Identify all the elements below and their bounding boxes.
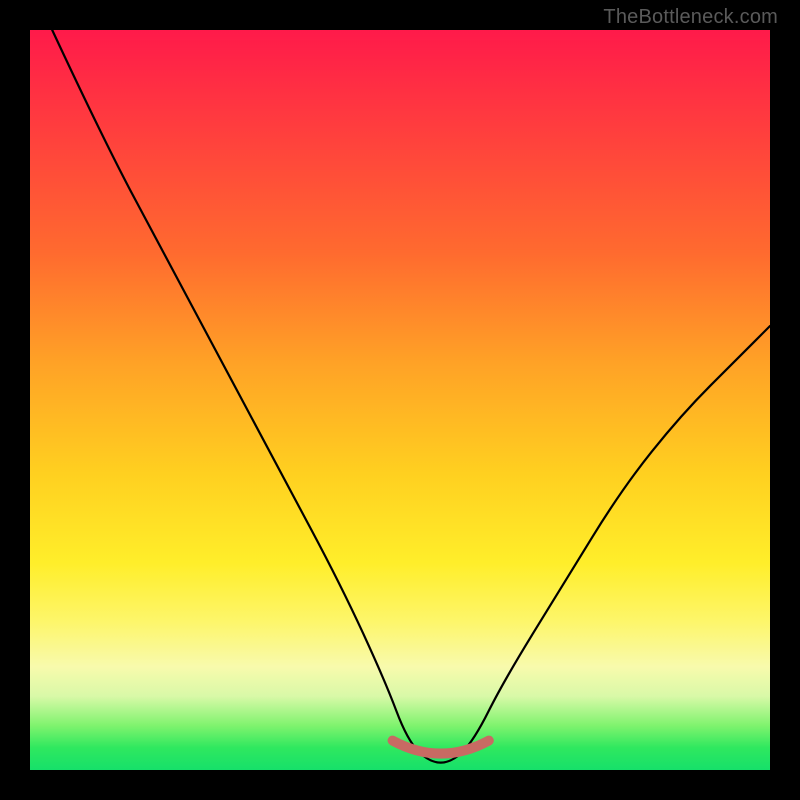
trough-highlight-path bbox=[393, 741, 489, 754]
bottleneck-curve-path bbox=[52, 30, 770, 763]
plot-area bbox=[30, 30, 770, 770]
curve-svg bbox=[30, 30, 770, 770]
attribution-label: TheBottleneck.com bbox=[603, 6, 778, 29]
chart-frame: TheBottleneck.com bbox=[0, 0, 800, 800]
